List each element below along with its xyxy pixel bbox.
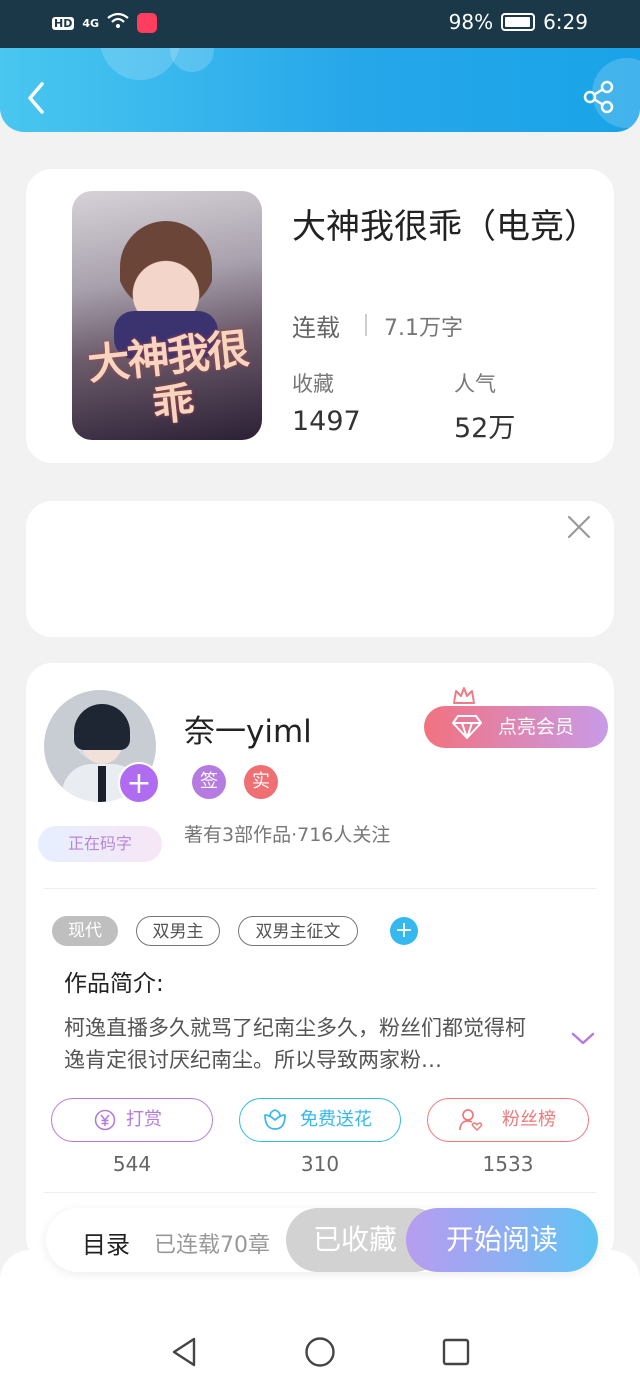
- share-button[interactable]: [582, 80, 616, 114]
- divider: [365, 314, 367, 336]
- send-flower-button[interactable]: 免费送花: [239, 1098, 401, 1142]
- tag-modern[interactable]: 现代: [52, 916, 118, 946]
- word-count: 7.1万字: [384, 316, 463, 341]
- book-title: 大神我很乖（电竞）: [292, 207, 598, 247]
- crown-icon: [452, 686, 476, 706]
- favorites-value: 1497: [292, 406, 361, 437]
- tip-count: 544: [112, 1152, 152, 1176]
- share-icon: [583, 80, 614, 114]
- tag-double-male-lead[interactable]: 双男主: [136, 916, 220, 946]
- status-left-icons: HD 4G: [52, 12, 158, 34]
- vip-membership-button[interactable]: 点亮会员: [424, 706, 608, 748]
- status-bar: HD 4G 98% 6:29: [0, 0, 640, 48]
- vip-button-label: 点亮会员: [498, 716, 575, 738]
- flower-icon: [264, 1109, 286, 1130]
- nav-home-icon[interactable]: [304, 1336, 336, 1368]
- flower-count: 310: [300, 1152, 340, 1176]
- user-heart-icon: [459, 1109, 483, 1132]
- close-button[interactable]: [566, 514, 592, 540]
- book-cover[interactable]: 大神我很乖: [72, 191, 262, 440]
- table-of-contents-button[interactable]: 目录: [82, 1225, 130, 1260]
- decorative-bubble: [100, 48, 180, 80]
- chapter-status: 已连载70章: [154, 1233, 270, 1258]
- signed-badge: 签: [192, 765, 226, 799]
- fan-count: 1533: [482, 1152, 534, 1176]
- battery-icon: [501, 13, 536, 31]
- send-flower-label: 免费送花: [300, 1109, 372, 1130]
- writing-status-badge: 正在码字: [38, 826, 162, 862]
- add-tag-button[interactable]: +: [390, 917, 418, 945]
- close-icon: [567, 515, 591, 539]
- status-right: 98% 6:29: [449, 10, 588, 34]
- cover-title: 大神我很乖: [85, 323, 250, 431]
- signal-icon: 4G: [82, 16, 100, 30]
- follow-author-button[interactable]: +: [118, 762, 160, 804]
- start-reading-button[interactable]: 开始阅读: [406, 1208, 598, 1272]
- wifi-icon: [107, 12, 129, 34]
- chevron-down-icon: [571, 1032, 595, 1045]
- fan-ranking-label: 粉丝榜: [502, 1109, 556, 1130]
- divider: [44, 1192, 596, 1193]
- ad-card: [26, 501, 614, 637]
- expand-intro-button[interactable]: [570, 1030, 596, 1048]
- book-status: 连载: [292, 314, 340, 342]
- intro-text: 柯逸直播多久就骂了纪南尘多久，粉丝们都觉得柯逸肯定很讨厌纪南尘。所以导致两家粉…: [64, 1016, 526, 1072]
- popularity-label: 人气: [454, 372, 496, 396]
- back-button[interactable]: [22, 78, 56, 118]
- header-bar: [0, 48, 640, 132]
- diamond-icon: [452, 715, 482, 739]
- fan-ranking-button[interactable]: 粉丝榜: [427, 1098, 589, 1142]
- hd-icon: HD: [52, 16, 75, 30]
- popularity-value: 52万: [454, 413, 516, 444]
- app-notification-icon: [137, 13, 158, 33]
- system-nav-bar: [0, 1316, 640, 1387]
- divider: [44, 888, 596, 889]
- author-meta: 著有3部作品·716人关注: [184, 824, 391, 846]
- yuan-coin-icon: [94, 1109, 116, 1131]
- clock: 6:29: [543, 10, 588, 34]
- tip-label: 打赏: [126, 1109, 162, 1130]
- chevron-left-icon: [28, 82, 44, 114]
- tag-contest[interactable]: 双男主征文: [238, 916, 358, 946]
- battery-percent: 98%: [448, 10, 494, 34]
- verified-badge: 实: [244, 765, 278, 799]
- nav-recents-icon[interactable]: [441, 1337, 471, 1367]
- author-name[interactable]: 奈一yiml: [184, 706, 312, 751]
- tip-button[interactable]: 打赏: [51, 1098, 213, 1142]
- favorites-label: 收藏: [292, 372, 334, 396]
- nav-back-icon[interactable]: [170, 1336, 198, 1368]
- decorative-bubble: [170, 48, 214, 72]
- intro-title: 作品简介:: [64, 971, 164, 997]
